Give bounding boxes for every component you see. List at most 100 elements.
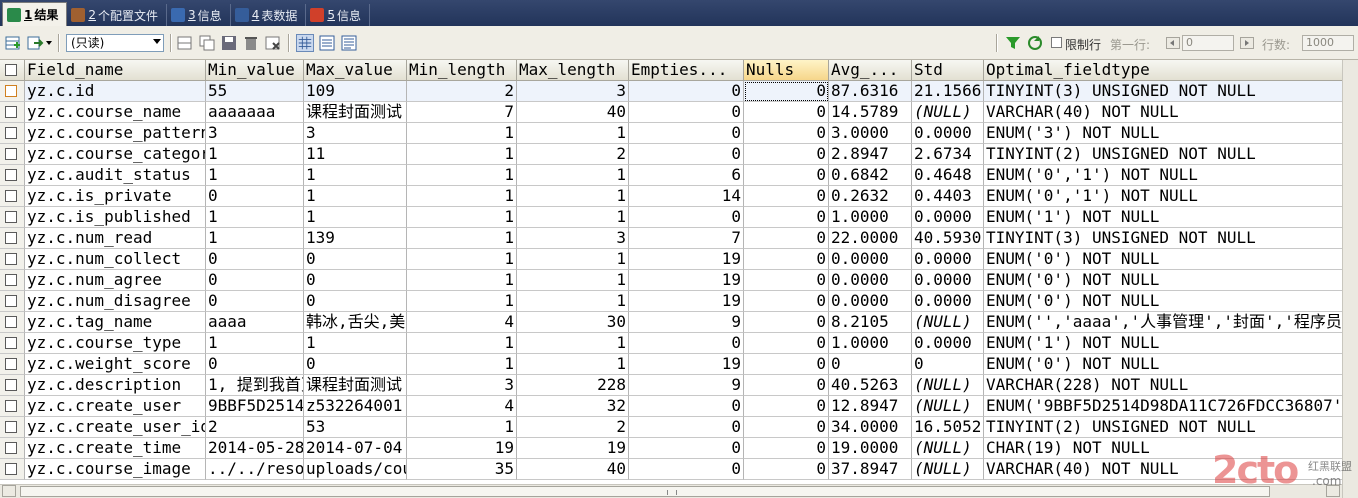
cell-avg-value[interactable]: 37.8947 <box>829 459 912 480</box>
cell-optimal-fieldtype[interactable]: TINYINT(3) UNSIGNED NOT NULL <box>984 228 1358 249</box>
cell-max-value[interactable]: 109 <box>304 81 407 102</box>
cell-empties[interactable]: 19 <box>629 354 744 375</box>
cell-max-length[interactable]: 1 <box>517 186 629 207</box>
row-checkbox[interactable] <box>0 186 25 207</box>
mode-select[interactable]: (只读) <box>66 34 164 52</box>
cell-field-name[interactable]: yz.c.num_collect <box>25 249 206 270</box>
cell-std[interactable]: (NULL) <box>912 438 984 459</box>
row-checkbox[interactable] <box>0 291 25 312</box>
row-checkbox[interactable] <box>0 354 25 375</box>
cell-max-value[interactable]: 1 <box>304 165 407 186</box>
cell-avg-value[interactable]: 2.8947 <box>829 144 912 165</box>
column-header-optimal-fieldtype[interactable]: Optimal_fieldtype <box>984 60 1358 81</box>
cell-max-length[interactable]: 19 <box>517 438 629 459</box>
cell-max-length[interactable]: 40 <box>517 102 629 123</box>
cell-std[interactable]: 0.0000 <box>912 333 984 354</box>
cell-field-name[interactable]: yz.c.create_user <box>25 396 206 417</box>
row-checkbox[interactable] <box>0 165 25 186</box>
add-row-icon[interactable] <box>4 34 22 52</box>
cell-avg-value[interactable]: 12.8947 <box>829 396 912 417</box>
cell-nulls[interactable]: 0 <box>744 81 829 102</box>
refresh-icon[interactable] <box>1026 34 1044 52</box>
cell-min-value[interactable]: 0 <box>206 270 304 291</box>
cell-optimal-fieldtype[interactable]: VARCHAR(228) NOT NULL <box>984 375 1358 396</box>
cell-nulls[interactable]: 0 <box>744 207 829 228</box>
cell-max-value[interactable]: z532264001 <box>304 396 407 417</box>
cell-empties[interactable]: 0 <box>629 144 744 165</box>
cell-avg-value[interactable]: 0.0000 <box>829 270 912 291</box>
row-checkbox[interactable] <box>0 228 25 249</box>
cell-min-value[interactable]: 0 <box>206 354 304 375</box>
cell-field-name[interactable]: yz.c.is_private <box>25 186 206 207</box>
cell-empties[interactable]: 9 <box>629 375 744 396</box>
table-row[interactable]: yz.c.course_image../../resourceuploads/c… <box>0 459 1358 480</box>
tab-4[interactable]: 4 表数据 <box>231 4 307 26</box>
save-icon[interactable] <box>220 34 238 52</box>
row-checkbox[interactable] <box>0 207 25 228</box>
cell-max-length[interactable]: 32 <box>517 396 629 417</box>
cell-nulls[interactable]: 0 <box>744 186 829 207</box>
cell-avg-value[interactable]: 3.0000 <box>829 123 912 144</box>
cell-min-length[interactable]: 19 <box>407 438 517 459</box>
table-row[interactable]: yz.c.create_user_id 2 53 1 2 0 0 34.0000 16.5052… <box>0 417 1358 438</box>
cell-avg-value[interactable]: 0.2632 <box>829 186 912 207</box>
cell-nulls[interactable]: 0 <box>744 375 829 396</box>
cell-min-length[interactable]: 1 <box>407 165 517 186</box>
row-checkbox[interactable] <box>0 102 25 123</box>
cell-std[interactable]: (NULL) <box>912 312 984 333</box>
cell-nulls[interactable]: 0 <box>744 333 829 354</box>
column-header-min-value[interactable]: Min_value <box>206 60 304 81</box>
cell-min-value[interactable]: 0 <box>206 186 304 207</box>
cell-empties[interactable]: 0 <box>629 417 744 438</box>
cell-min-value[interactable]: 1 <box>206 144 304 165</box>
cell-max-length[interactable]: 2 <box>517 417 629 438</box>
cell-max-value[interactable]: 53 <box>304 417 407 438</box>
cell-std[interactable]: (NULL) <box>912 102 984 123</box>
column-header-nulls[interactable]: Nulls <box>744 60 829 81</box>
cell-max-value[interactable]: 0 <box>304 249 407 270</box>
cell-max-length[interactable]: 1 <box>517 123 629 144</box>
row-checkbox[interactable] <box>0 270 25 291</box>
tab-1[interactable]: 1 结果 <box>2 2 68 26</box>
cell-field-name[interactable]: yz.c.num_read <box>25 228 206 249</box>
cell-max-value[interactable]: 0 <box>304 270 407 291</box>
cell-empties[interactable]: 19 <box>629 270 744 291</box>
cell-min-length[interactable]: 1 <box>407 186 517 207</box>
tab-5[interactable]: 5 信息 <box>306 4 370 26</box>
cell-field-name[interactable]: yz.c.num_disagree <box>25 291 206 312</box>
vertical-scrollbar[interactable] <box>1342 60 1358 498</box>
delete-icon[interactable] <box>242 34 260 52</box>
cell-nulls[interactable]: 0 <box>744 459 829 480</box>
cell-empties[interactable]: 0 <box>629 396 744 417</box>
cell-min-length[interactable]: 7 <box>407 102 517 123</box>
cell-empties[interactable]: 0 <box>629 123 744 144</box>
scroll-thumb[interactable] <box>20 486 1270 497</box>
cell-avg-value[interactable]: 19.0000 <box>829 438 912 459</box>
cell-min-length[interactable]: 1 <box>407 228 517 249</box>
cell-field-name[interactable]: yz.c.create_time <box>25 438 206 459</box>
cell-avg-value[interactable]: 8.2105 <box>829 312 912 333</box>
cell-max-value[interactable]: uploads/course <box>304 459 407 480</box>
previous-page-button[interactable] <box>1166 37 1180 49</box>
row-checkbox[interactable] <box>0 459 25 480</box>
cell-min-length[interactable]: 3 <box>407 375 517 396</box>
table-row[interactable]: yz.c.weight_score 0 0 1 1 19 0 0 0 ENUM('0') NOT … <box>0 354 1358 375</box>
cell-nulls[interactable]: 0 <box>744 312 829 333</box>
table-row[interactable]: yz.c.course_pattern 3 3 1 1 0 0 3.0000 0.0000 ENU… <box>0 123 1358 144</box>
cell-avg-value[interactable]: 34.0000 <box>829 417 912 438</box>
cell-field-name[interactable]: yz.c.course_image <box>25 459 206 480</box>
table-row[interactable]: yz.c.course_name aaaaaaa 课程封面测试 7 40 0 0 14.578… <box>0 102 1358 123</box>
cell-field-name[interactable]: yz.c.course_type <box>25 333 206 354</box>
cell-min-value[interactable]: 55 <box>206 81 304 102</box>
cell-avg-value[interactable]: 1.0000 <box>829 333 912 354</box>
scroll-left-button[interactable] <box>2 485 16 497</box>
cell-optimal-fieldtype[interactable]: TINYINT(2) UNSIGNED NOT NULL <box>984 417 1358 438</box>
row-count-input[interactable]: 1000 <box>1302 35 1354 51</box>
cell-min-value[interactable]: 1 <box>206 228 304 249</box>
cell-field-name[interactable]: yz.c.tag_name <box>25 312 206 333</box>
next-page-button[interactable] <box>1240 37 1254 49</box>
cell-avg-value[interactable]: 14.5789 <box>829 102 912 123</box>
cell-avg-value[interactable]: 22.0000 <box>829 228 912 249</box>
cell-max-length[interactable]: 1 <box>517 270 629 291</box>
cell-field-name[interactable]: yz.c.course_pattern <box>25 123 206 144</box>
